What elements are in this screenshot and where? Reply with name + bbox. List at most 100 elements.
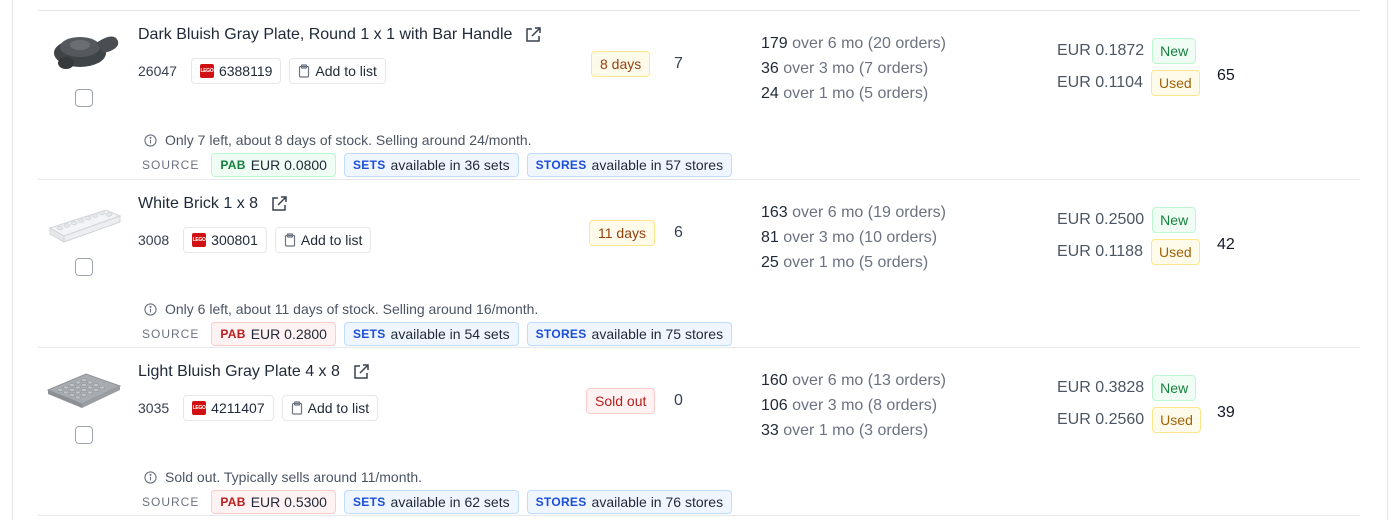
add-to-list-button[interactable]: Add to list: [289, 58, 386, 84]
condition-new-badge: New: [1152, 375, 1197, 401]
sales-count: 179: [761, 35, 788, 52]
source-label: SOURCE: [142, 158, 200, 172]
price-new: EUR 0.3828 New: [1057, 375, 1197, 401]
sales-count: 36: [761, 60, 779, 77]
part-id: 3008: [138, 232, 170, 248]
sets-text: available in 36 sets: [390, 157, 510, 173]
lego-logo-icon: LEGO: [192, 233, 207, 247]
external-link-icon[interactable]: [352, 363, 370, 381]
sales-period: over 3 mo (8 orders): [792, 397, 938, 414]
stores-availability-chip[interactable]: STORES available in 76 stores: [526, 490, 733, 514]
sales-count: 24: [761, 85, 779, 102]
source-label: SOURCE: [142, 327, 200, 341]
add-to-list-label: Add to list: [300, 232, 363, 248]
stores-availability-chip[interactable]: STORES available in 57 stores: [526, 153, 733, 177]
price-new-value: EUR 0.1872: [1057, 42, 1145, 59]
table-row: White Brick 1 x 8 3008 LEGO 300801 Add t…: [38, 179, 1360, 347]
external-link-icon[interactable]: [524, 26, 542, 44]
source-line: SOURCE PAB EUR 0.0800 SETS available in …: [142, 153, 733, 177]
stock-info-text: Only 7 left, about 8 days of stock. Sell…: [165, 132, 532, 148]
stores-tag: STORES: [535, 327, 587, 341]
total-quantity: 39: [1217, 404, 1235, 421]
price-used-value: EUR 0.1188: [1057, 243, 1143, 260]
pab-tag: PAB: [220, 158, 246, 172]
sets-text: available in 62 sets: [390, 494, 510, 510]
stores-text: available in 57 stores: [591, 157, 724, 173]
days-of-stock-badge: 8 days: [591, 51, 651, 77]
sales-period: over 6 mo (13 orders): [792, 372, 946, 389]
element-id: 4211407: [211, 400, 265, 416]
select-checkbox[interactable]: [75, 426, 93, 444]
sets-availability-chip[interactable]: SETS available in 36 sets: [343, 153, 519, 177]
condition-used-badge: Used: [1152, 407, 1201, 433]
stock-quantity: 0: [674, 392, 683, 409]
price-used-value: EUR 0.2560: [1057, 411, 1145, 428]
price-new-value: EUR 0.3828: [1057, 379, 1145, 396]
sales-history: 179 over 6 mo (20 orders) 36 over 3 mo (…: [761, 31, 946, 106]
condition-used-badge: Used: [1150, 70, 1200, 96]
info-icon: [144, 302, 157, 316]
price-new: EUR 0.2500 New: [1057, 207, 1197, 233]
add-to-list-button[interactable]: Add to list: [274, 227, 372, 253]
stock-quantity: 6: [674, 224, 683, 241]
lego-logo-icon: LEGO: [199, 64, 214, 78]
stores-tag: STORES: [535, 158, 587, 172]
select-checkbox[interactable]: [75, 258, 93, 276]
part-thumbnail[interactable]: [44, 23, 122, 77]
pab-price-chip: PAB EUR 0.5300: [211, 490, 336, 514]
pab-price-chip: PAB EUR 0.0800: [211, 153, 336, 177]
part-thumbnail[interactable]: [44, 360, 122, 414]
add-to-list-label: Add to list: [307, 400, 370, 416]
part-thumbnail[interactable]: [44, 192, 122, 246]
element-id-chip[interactable]: LEGO 4211407: [183, 395, 274, 421]
info-icon: [144, 470, 157, 484]
price-used: EUR 0.1188 Used: [1057, 239, 1200, 265]
total-quantity: 65: [1217, 67, 1235, 84]
sales-count: 160: [761, 372, 788, 389]
sales-count: 106: [761, 397, 788, 414]
stock-info-text: Sold out. Typically sells around 11/mont…: [165, 469, 423, 485]
table-row: Dark Bluish Gray Plate, Round 1 x 1 with…: [38, 10, 1360, 178]
price-new-value: EUR 0.2500: [1057, 211, 1145, 228]
sales-history: 163 over 6 mo (19 orders) 81 over 3 mo (…: [761, 200, 946, 275]
sets-availability-chip[interactable]: SETS available in 54 sets: [343, 322, 519, 346]
clipboard-icon: [299, 64, 310, 78]
sales-count: 163: [761, 204, 788, 221]
element-id-chip[interactable]: LEGO 6388119: [190, 58, 282, 84]
stores-availability-chip[interactable]: STORES available in 75 stores: [526, 322, 733, 346]
part-id: 3035: [138, 400, 170, 416]
part-id: 26047: [138, 63, 177, 79]
stores-text: available in 76 stores: [591, 494, 724, 510]
select-checkbox[interactable]: [75, 89, 93, 107]
sales-period: over 6 mo (20 orders): [792, 35, 946, 52]
stores-text: available in 75 stores: [591, 326, 724, 342]
sets-text: available in 54 sets: [390, 326, 510, 342]
sales-period: over 3 mo (7 orders): [783, 60, 929, 77]
sets-tag: SETS: [352, 495, 386, 509]
price-used: EUR 0.2560 Used: [1057, 407, 1201, 433]
part-name[interactable]: Light Bluish Gray Plate 4 x 8: [138, 363, 340, 381]
condition-used-badge: Used: [1150, 239, 1200, 265]
days-of-stock-badge: Sold out: [586, 388, 656, 414]
sales-count: 33: [761, 422, 779, 439]
sales-period: over 1 mo (3 orders): [783, 422, 929, 439]
table-row: Light Bluish Gray Plate 4 x 8 3035 LEGO …: [38, 347, 1360, 515]
sales-count: 25: [761, 254, 779, 271]
sales-period: over 6 mo (19 orders): [792, 204, 946, 221]
condition-new-badge: New: [1152, 38, 1197, 64]
clipboard-icon: [291, 401, 302, 415]
element-id-chip[interactable]: LEGO 300801: [183, 227, 267, 253]
stock-info: Only 6 left, about 11 days of stock. Sel…: [144, 301, 538, 317]
pab-price-chip: PAB EUR 0.2800: [211, 322, 336, 346]
part-name[interactable]: White Brick 1 x 8: [138, 195, 258, 213]
sales-period: over 1 mo (5 orders): [783, 85, 929, 102]
external-link-icon[interactable]: [270, 195, 288, 213]
part-name[interactable]: Dark Bluish Gray Plate, Round 1 x 1 with…: [138, 26, 512, 44]
sales-history: 160 over 6 mo (13 orders) 106 over 3 mo …: [761, 368, 946, 443]
source-label: SOURCE: [142, 495, 200, 509]
add-to-list-button[interactable]: Add to list: [281, 395, 379, 421]
table-row-divider: [38, 515, 1360, 516]
sets-availability-chip[interactable]: SETS available in 62 sets: [343, 490, 519, 514]
stock-info-text: Only 6 left, about 11 days of stock. Sel…: [165, 301, 539, 317]
lego-logo-icon: LEGO: [192, 401, 207, 415]
